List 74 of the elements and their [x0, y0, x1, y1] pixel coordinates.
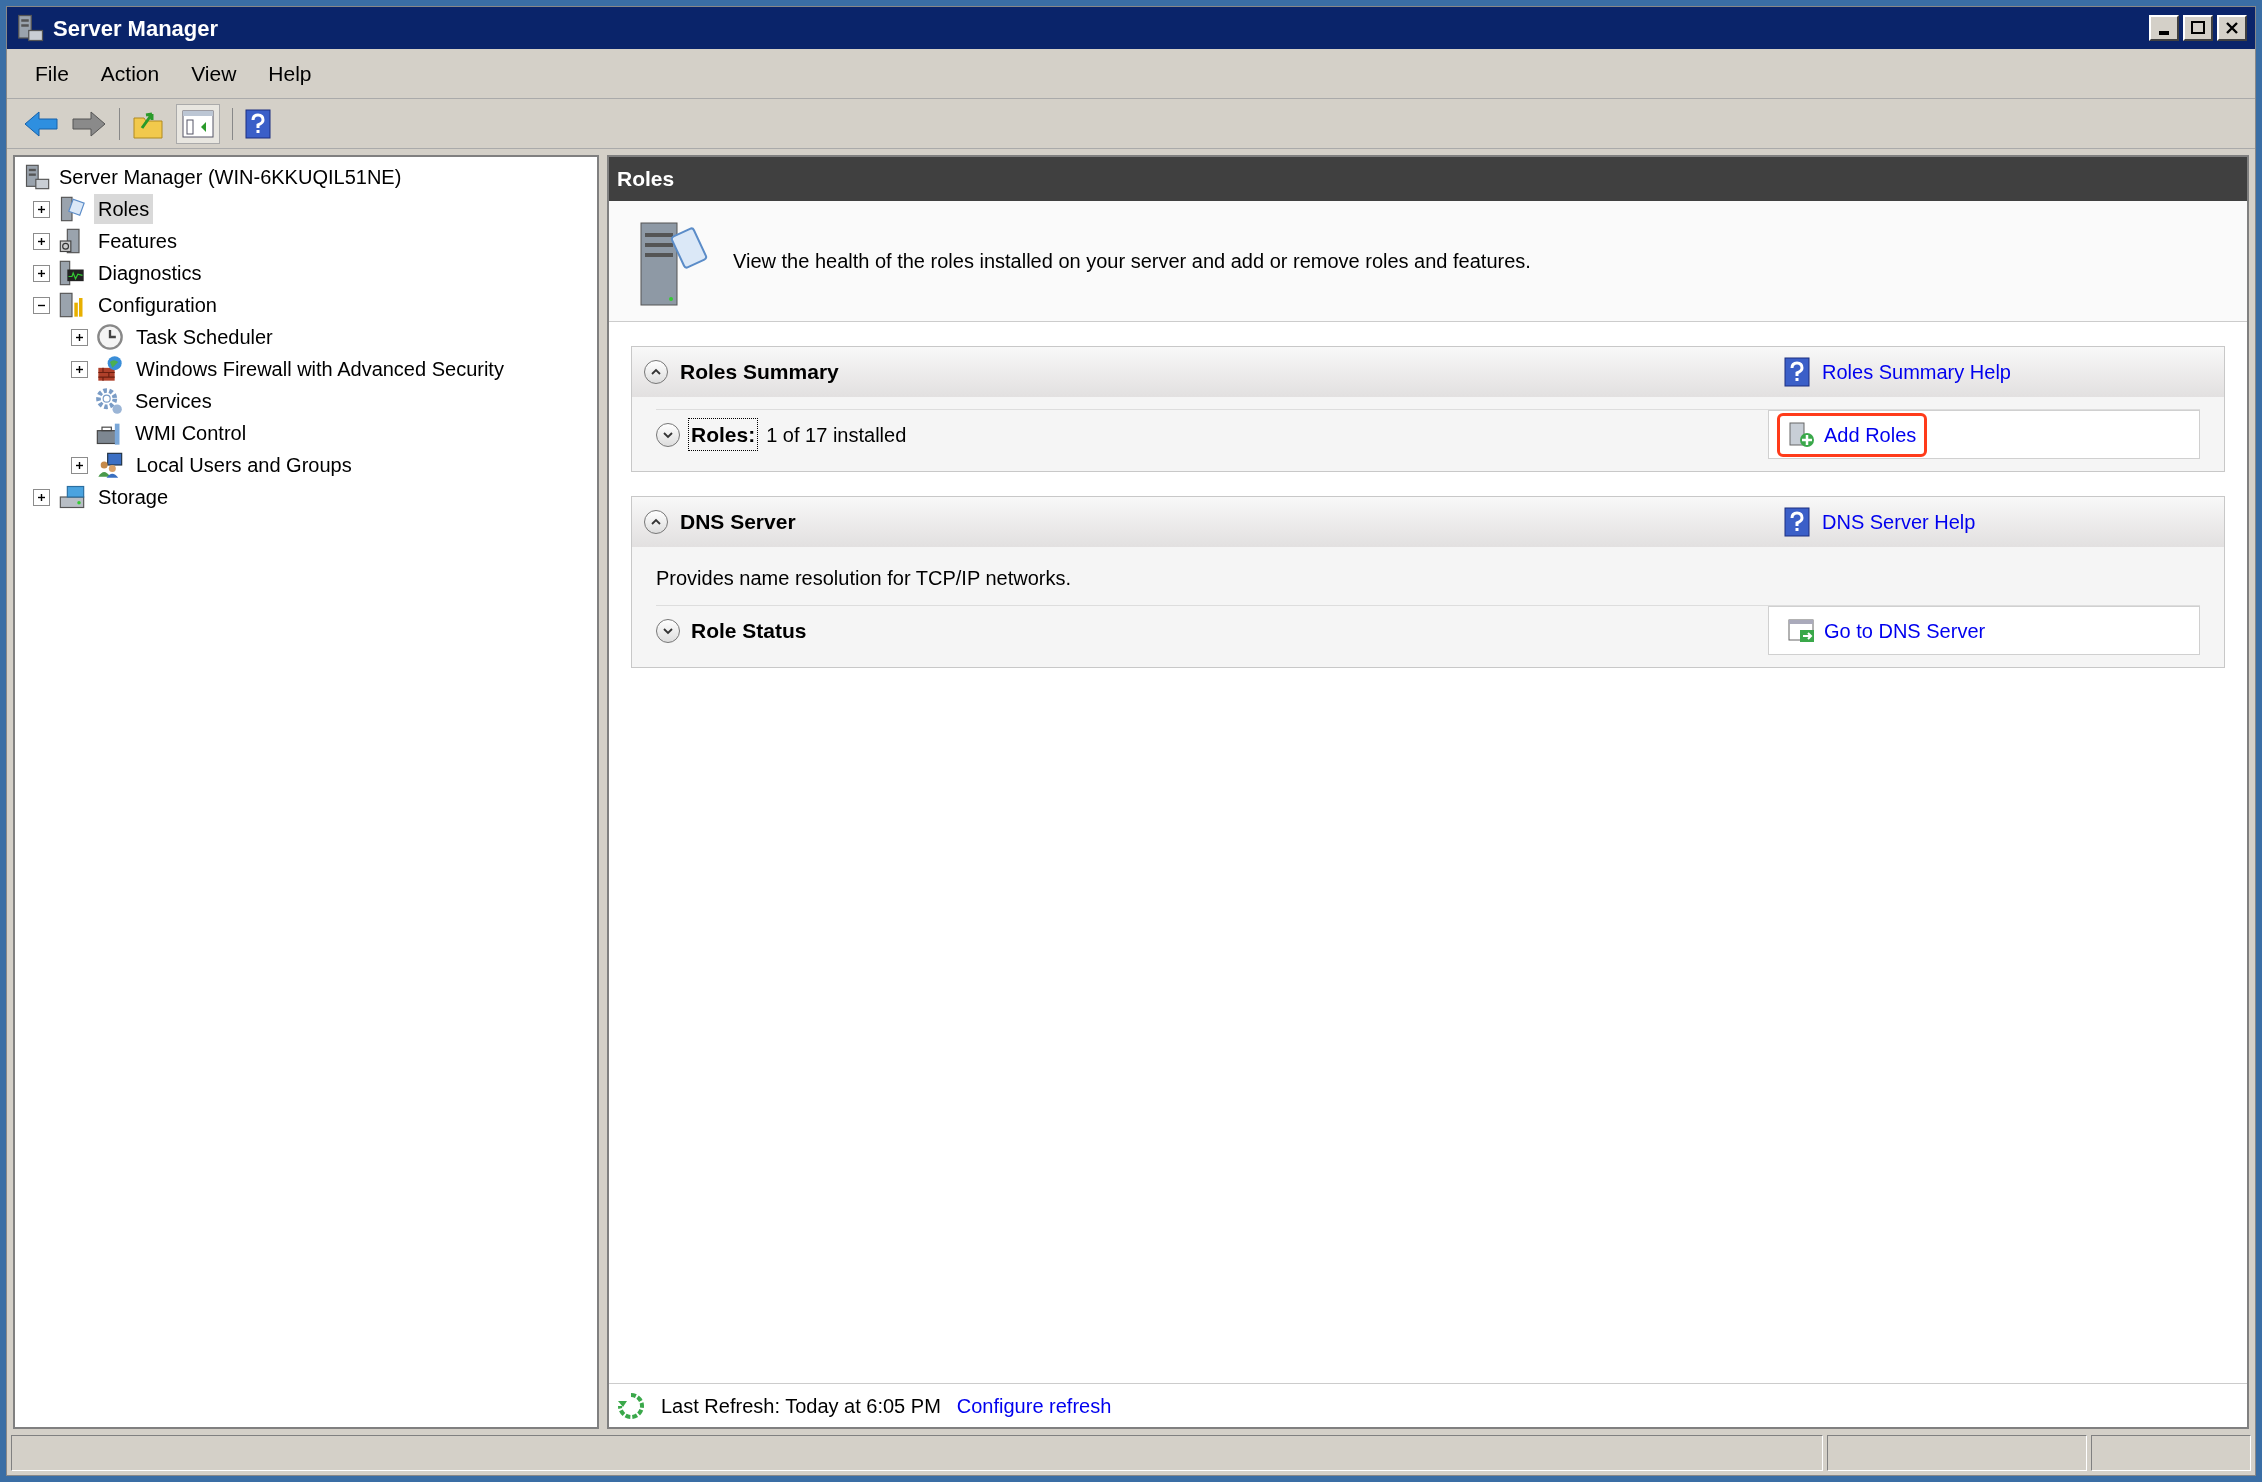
tree-item[interactable]: WMI Control [131, 418, 251, 448]
menu-item[interactable]: Help [256, 57, 324, 90]
gear-icon [95, 387, 123, 415]
server-document-icon [58, 195, 86, 223]
plus-icon [36, 235, 47, 247]
plus-icon [74, 331, 85, 343]
row-label: Roles: [688, 417, 759, 452]
description: View the health of the roles installed on your server and add or remove roles and features. [733, 249, 1531, 274]
expand-toggle[interactable] [33, 488, 50, 506]
expand-toggle[interactable] [33, 200, 50, 218]
help-icon [1784, 357, 1810, 387]
add-server-icon [1788, 420, 1816, 449]
expand-toggle[interactable] [33, 264, 50, 282]
collapse-section-button[interactable] [644, 360, 668, 384]
tree-item[interactable]: Configuration [94, 290, 221, 320]
expand-toggle[interactable] [33, 232, 50, 250]
show-hide-tree-button[interactable] [176, 103, 220, 144]
server-icon [23, 163, 51, 191]
row-value: 1 of 17 installed [766, 422, 907, 448]
tree-root[interactable]: Server Manager (WIN-6KKUQIL51NE) [59, 162, 402, 192]
menu-item[interactable]: File [23, 57, 81, 90]
maximize-icon [2190, 20, 2206, 36]
window-arrow-icon [1788, 616, 1816, 645]
help-link[interactable]: Roles Summary Help [1822, 357, 2011, 387]
plus-icon [36, 203, 47, 215]
app-icon [15, 13, 45, 43]
last-refresh-text: Last Refresh: Today at 6:05 PM [661, 1393, 941, 1419]
help-link[interactable]: DNS Server Help [1822, 507, 1976, 537]
plus-icon [74, 363, 85, 375]
collapse-toggle[interactable] [33, 296, 50, 314]
configure-refresh-link[interactable]: Configure refresh [956, 1390, 1112, 1421]
expand-section-button[interactable] [656, 618, 680, 643]
close-button[interactable] [2217, 15, 2247, 41]
expand-toggle[interactable] [71, 456, 88, 474]
menu-item[interactable]: View [179, 57, 249, 90]
maximize-button[interactable] [2183, 15, 2213, 41]
tree-item[interactable]: Roles [94, 194, 154, 224]
menu-item[interactable]: Action [88, 57, 172, 90]
back-icon[interactable] [23, 109, 59, 138]
help-icon [1784, 507, 1810, 537]
section-title: DNS Server [680, 509, 796, 536]
tree-item[interactable]: Local Users and Groups [132, 450, 356, 480]
tree-item[interactable]: Services [131, 386, 216, 416]
tree-item[interactable]: Task Scheduler [132, 322, 277, 352]
close-icon [2224, 20, 2240, 36]
forward-icon[interactable] [71, 109, 107, 138]
expand-toggle[interactable] [71, 328, 88, 346]
window-title: Server Manager [53, 14, 219, 43]
window-pane-icon [182, 109, 214, 138]
storage-icon [58, 483, 86, 511]
plus-icon [36, 491, 47, 503]
refresh-icon [617, 1391, 645, 1420]
expand-section-button[interactable] [656, 422, 680, 447]
tree-item[interactable]: Storage [94, 482, 173, 512]
section-description: Provides name resolution for TCP/IP networks. [656, 566, 1072, 591]
tree-item[interactable]: Diagnostics [94, 258, 206, 288]
row-label: Role Status [690, 617, 808, 644]
plus-icon [36, 267, 47, 279]
content-title: Roles [617, 166, 675, 193]
action-link[interactable]: Add Roles [1777, 412, 1928, 457]
brick-wall-globe-icon [96, 355, 124, 383]
tree-item[interactable]: Windows Firewall with Advanced Security [132, 354, 508, 384]
minimize-icon [2159, 31, 2169, 35]
clock-icon [96, 323, 124, 351]
help-icon [245, 108, 271, 139]
collapse-section-button[interactable] [644, 510, 668, 534]
users-icon [96, 451, 124, 479]
tree-item[interactable]: Features [94, 226, 181, 256]
minimize-button[interactable] [2149, 15, 2179, 41]
expand-toggle[interactable] [71, 360, 88, 378]
plus-icon [74, 459, 85, 471]
section-title: Roles Summary [680, 359, 839, 386]
server-tools-icon [58, 291, 86, 319]
server-monitor-icon [58, 259, 86, 287]
